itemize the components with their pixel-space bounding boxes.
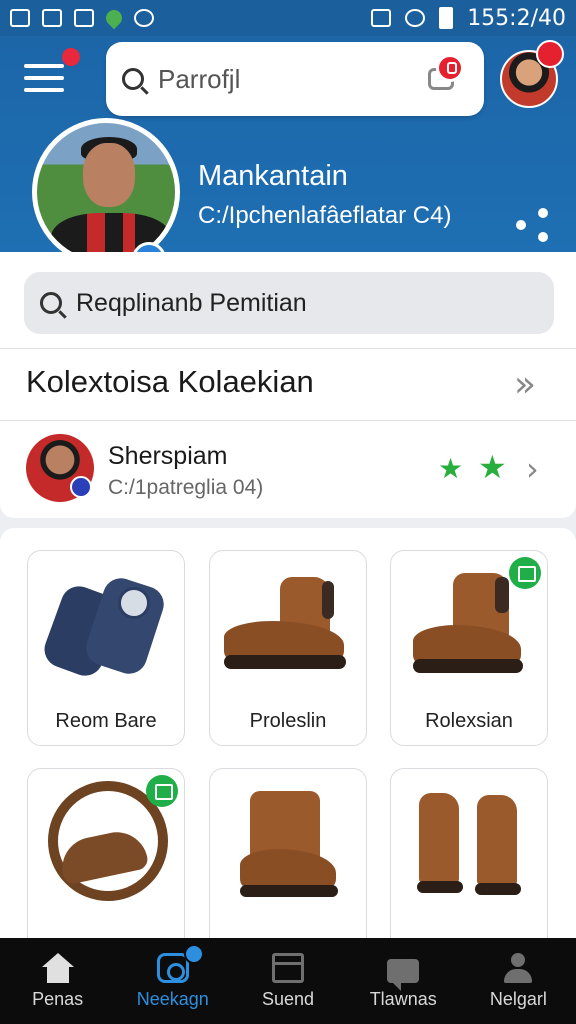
sync-icon bbox=[134, 9, 154, 27]
collection-title: Kolextoisa Kolaekian bbox=[26, 364, 314, 399]
status-bar: 155:2/40 bbox=[0, 0, 576, 36]
profile-handle: C:/Ipchenlafâeflatar C4) bbox=[198, 202, 452, 229]
seller-subtitle: C:/1patreglia 04) bbox=[108, 476, 264, 499]
star-icon: ★ bbox=[478, 448, 507, 486]
nav-item-collection[interactable]: Neekagn bbox=[115, 938, 230, 1024]
seller-name: Sherspiam bbox=[108, 442, 228, 470]
nav-label: Neekagn bbox=[136, 989, 209, 1009]
battery-icon bbox=[439, 7, 454, 29]
share-icon[interactable] bbox=[516, 208, 550, 242]
nav-notification-badge bbox=[184, 944, 204, 964]
secondary-search-input[interactable]: Reqplinanb Pemitian bbox=[76, 289, 307, 318]
profile-icon bbox=[502, 953, 534, 983]
product-card[interactable]: Proleslin bbox=[209, 550, 367, 746]
double-chevron-right-icon[interactable]: » bbox=[514, 364, 536, 405]
search-icon bbox=[122, 68, 144, 90]
divider bbox=[0, 348, 576, 349]
profile-header: Parrofjl Mankantain C:/Ipchenlafâeflatar… bbox=[0, 36, 576, 276]
chat-icon bbox=[387, 959, 420, 991]
product-label: Rolexsian bbox=[425, 710, 513, 732]
image-notification-icon bbox=[10, 9, 30, 27]
secondary-search-bar[interactable]: Reqplinanb Pemitian bbox=[24, 272, 554, 334]
save-tag-icon[interactable] bbox=[509, 557, 541, 589]
nav-label: Tlawnas bbox=[369, 989, 437, 1009]
gallery-notification-icon bbox=[42, 9, 62, 27]
menu-notification-dot bbox=[62, 48, 80, 66]
location-icon bbox=[102, 6, 126, 30]
nav-label: Penas bbox=[32, 989, 84, 1009]
product-card[interactable]: Rolexsian bbox=[390, 550, 548, 746]
product-label: Reom Bare bbox=[55, 710, 157, 732]
product-card[interactable] bbox=[390, 768, 548, 964]
home-icon bbox=[41, 953, 74, 983]
app-notification-icon bbox=[74, 9, 94, 27]
top-search-input[interactable]: Parrofjl bbox=[158, 64, 240, 95]
product-card[interactable]: Reom Bare bbox=[27, 550, 185, 746]
product-card[interactable] bbox=[209, 768, 367, 964]
bottom-navigation: Penas Neekagn Suend Tlawnas Nelgarl bbox=[0, 938, 576, 1024]
seller-badge-icon bbox=[70, 476, 92, 498]
profile-name: Mankantain bbox=[198, 160, 348, 192]
nav-item-store[interactable]: Suend bbox=[230, 938, 345, 1024]
avatar-notification-badge bbox=[536, 40, 564, 68]
save-tag-icon[interactable] bbox=[146, 775, 178, 807]
vibrate-icon bbox=[371, 9, 392, 27]
clock: 155:2/40 bbox=[467, 5, 566, 31]
search-icon bbox=[40, 292, 62, 314]
star-icon: ★ bbox=[438, 452, 464, 485]
chevron-right-icon[interactable]: › bbox=[526, 450, 539, 488]
top-search-bar[interactable]: Parrofjl bbox=[106, 42, 484, 116]
product-card[interactable] bbox=[27, 768, 185, 964]
camera-badge-icon bbox=[436, 54, 464, 82]
product-label: Proleslin bbox=[249, 710, 327, 732]
nav-item-home[interactable]: Penas bbox=[0, 938, 115, 1024]
wifi-icon bbox=[405, 9, 426, 27]
store-icon bbox=[272, 953, 304, 983]
nav-label: Nelgarl bbox=[489, 989, 547, 1009]
nav-item-profile[interactable]: Nelgarl bbox=[461, 938, 576, 1024]
menu-button[interactable] bbox=[24, 64, 64, 96]
nav-label: Suend bbox=[261, 989, 315, 1009]
nav-item-messages[interactable]: Tlawnas bbox=[346, 938, 461, 1024]
divider bbox=[0, 420, 576, 421]
